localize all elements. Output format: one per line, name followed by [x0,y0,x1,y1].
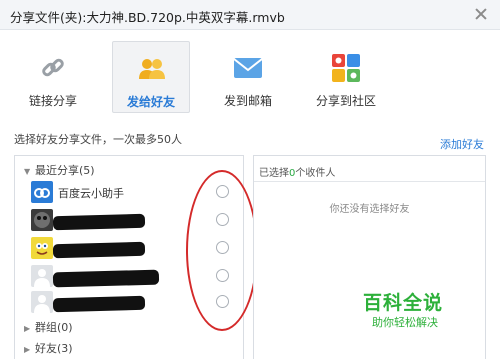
group-recent[interactable]: ▼ 最近分享(5) [24,162,95,178]
redaction-mark [52,213,146,231]
avatar [31,181,53,203]
expand-down-icon: ▼ [24,167,31,176]
add-friend-link[interactable]: 添加好友 [440,136,484,152]
tab-send-to-email[interactable]: 发到邮箱 [209,41,287,113]
avatar [31,237,53,259]
avatar [31,209,53,231]
watermark-subtitle: 助你轻松解决 [372,316,438,329]
tab-link-share[interactable]: 链接分享 [14,41,92,113]
empty-selection-text: 你还没有选择好友 [329,204,410,215]
selected-recipients-panel: 已选择0个收件人 你还没有选择好友 [253,155,486,359]
spongebob-icon [36,243,48,255]
tab-label: 发到邮箱 [223,94,272,108]
share-tabs: 链接分享 发给好友 发到邮箱 分享到社区 [0,30,500,122]
dialog-title: 分享文件(夹):大力神.BD.720p.中英双字幕.rmvb [10,10,285,25]
expand-right-icon: ▶ [24,345,31,354]
expand-right-icon: ▶ [24,324,31,333]
group-label: 好友(3) [35,342,73,355]
default-avatar-icon [31,291,53,313]
selection-hint: 选择好友分享文件，一次最多50人 [14,133,182,146]
friends-icon [139,59,165,79]
redaction-mark [52,269,160,288]
contact-name: 百度云小助手 [58,187,124,200]
link-icon [42,58,64,77]
selected-header: 已选择0个收件人 [254,156,485,182]
tab-label: 发给好友 [126,95,175,109]
tab-label: 链接分享 [28,94,77,108]
selected-count-text: 已选择0个收件人 [259,168,336,179]
dog-photo-icon [34,212,50,228]
dialog-titlebar: 分享文件(夹):大力神.BD.720p.中英双字幕.rmvb [0,0,500,30]
close-icon[interactable] [472,5,490,23]
baidu-cloud-icon [34,188,50,198]
group-friends[interactable]: ▶ 好友(3) [24,340,73,356]
group-groups[interactable]: ▶ 群组(0) [24,319,73,335]
watermark-title: 百科全说 [363,292,444,314]
default-avatar-icon [31,265,53,287]
community-icon [332,54,360,82]
redaction-mark [52,241,146,259]
envelope-icon [233,58,263,78]
group-label: 群组(0) [35,321,73,334]
tab-send-to-friend[interactable]: 发给好友 [112,41,190,113]
tab-share-to-community[interactable]: 分享到社区 [307,41,385,113]
group-label: 最近分享(5) [35,164,95,177]
redaction-mark [52,295,146,313]
tab-label: 分享到社区 [315,94,376,108]
annotation-oval [186,170,258,331]
